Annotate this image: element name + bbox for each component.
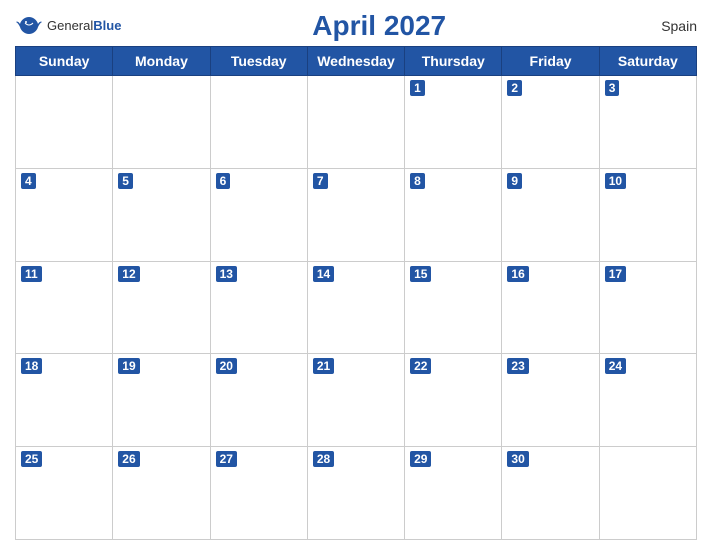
date-number: 30: [507, 451, 528, 467]
date-number: 18: [21, 358, 42, 374]
calendar-cell: 4: [16, 168, 113, 261]
day-header-tuesday: Tuesday: [210, 47, 307, 76]
calendar-cell: [210, 76, 307, 169]
date-number: 17: [605, 266, 626, 282]
date-number: 29: [410, 451, 431, 467]
date-number: 1: [410, 80, 425, 96]
calendar-cell: 18: [16, 354, 113, 447]
date-number: 13: [216, 266, 237, 282]
calendar-cell: 28: [307, 447, 404, 540]
calendar-cell: 17: [599, 261, 696, 354]
calendar-cell: 8: [405, 168, 502, 261]
calendar-table: Sunday Monday Tuesday Wednesday Thursday…: [15, 46, 697, 540]
calendar-cell: [599, 447, 696, 540]
calendar-cell: 9: [502, 168, 599, 261]
date-number: 26: [118, 451, 139, 467]
date-number: 21: [313, 358, 334, 374]
country-label: Spain: [637, 18, 697, 34]
calendar-title: April 2027: [121, 10, 637, 42]
date-number: 14: [313, 266, 334, 282]
day-header-monday: Monday: [113, 47, 210, 76]
calendar-cell: 5: [113, 168, 210, 261]
date-number: 20: [216, 358, 237, 374]
calendar-cell: 29: [405, 447, 502, 540]
calendar-week-row: 18 19 20 21 22 23 24: [16, 354, 697, 447]
calendar-cell: 22: [405, 354, 502, 447]
logo-text: GeneralBlue: [47, 17, 121, 35]
calendar-cell: 3: [599, 76, 696, 169]
calendar-cell: 1: [405, 76, 502, 169]
date-number: 8: [410, 173, 425, 189]
date-number: 7: [313, 173, 328, 189]
date-number: 23: [507, 358, 528, 374]
calendar-cell: [307, 76, 404, 169]
date-number: 4: [21, 173, 36, 189]
calendar-body: 1234567891011121314151617181920212223242…: [16, 76, 697, 540]
day-header-wednesday: Wednesday: [307, 47, 404, 76]
date-number: 28: [313, 451, 334, 467]
calendar-cell: 15: [405, 261, 502, 354]
date-number: 24: [605, 358, 626, 374]
logo-blue: Blue: [93, 18, 121, 33]
calendar-week-row: 4 5 6 7 8 9 10: [16, 168, 697, 261]
calendar-cell: 14: [307, 261, 404, 354]
calendar-cell: [113, 76, 210, 169]
calendar-cell: 12: [113, 261, 210, 354]
calendar-cell: 23: [502, 354, 599, 447]
days-header-row: Sunday Monday Tuesday Wednesday Thursday…: [16, 47, 697, 76]
calendar-cell: 20: [210, 354, 307, 447]
calendar-week-row: 1 2 3: [16, 76, 697, 169]
date-number: 9: [507, 173, 522, 189]
calendar-week-row: 11 12 13 14 15 16 17: [16, 261, 697, 354]
logo-bird-icon: [15, 15, 43, 37]
header: GeneralBlue April 2027 Spain: [15, 10, 697, 42]
calendar-week-row: 25 26 27 28 29 30: [16, 447, 697, 540]
date-number: 11: [21, 266, 42, 282]
calendar-cell: 27: [210, 447, 307, 540]
calendar-cell: 19: [113, 354, 210, 447]
calendar-cell: 21: [307, 354, 404, 447]
date-number: 22: [410, 358, 431, 374]
date-number: 12: [118, 266, 139, 282]
calendar-cell: 30: [502, 447, 599, 540]
date-number: 16: [507, 266, 528, 282]
logo: GeneralBlue: [15, 15, 121, 37]
calendar-cell: 16: [502, 261, 599, 354]
date-number: 3: [605, 80, 620, 96]
date-number: 5: [118, 173, 133, 189]
date-number: 25: [21, 451, 42, 467]
calendar-cell: 11: [16, 261, 113, 354]
calendar-cell: 10: [599, 168, 696, 261]
calendar-cell: 7: [307, 168, 404, 261]
calendar-cell: 25: [16, 447, 113, 540]
calendar-cell: 26: [113, 447, 210, 540]
date-number: 6: [216, 173, 231, 189]
calendar-cell: 2: [502, 76, 599, 169]
logo-general: General: [47, 18, 93, 33]
date-number: 27: [216, 451, 237, 467]
calendar-cell: [16, 76, 113, 169]
calendar-cell: 13: [210, 261, 307, 354]
date-number: 10: [605, 173, 626, 189]
calendar-cell: 24: [599, 354, 696, 447]
date-number: 2: [507, 80, 522, 96]
date-number: 15: [410, 266, 431, 282]
day-header-sunday: Sunday: [16, 47, 113, 76]
calendar-cell: 6: [210, 168, 307, 261]
day-header-saturday: Saturday: [599, 47, 696, 76]
day-header-friday: Friday: [502, 47, 599, 76]
day-header-thursday: Thursday: [405, 47, 502, 76]
date-number: 19: [118, 358, 139, 374]
